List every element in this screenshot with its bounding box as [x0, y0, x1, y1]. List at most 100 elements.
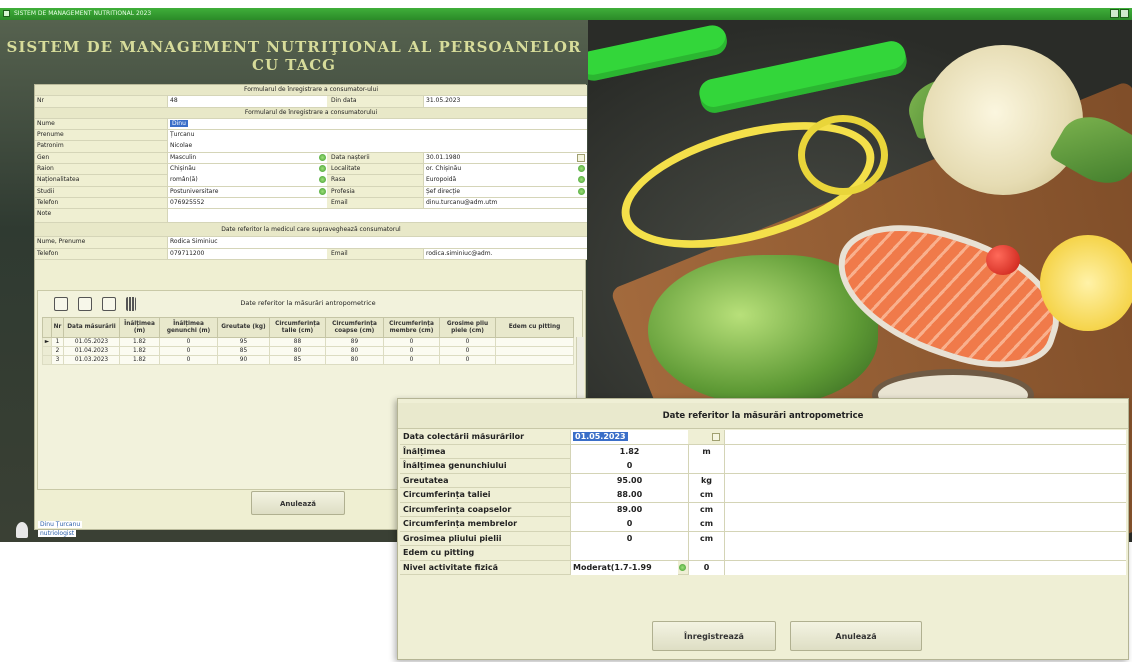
save-button[interactable]: Înregistrează [652, 621, 776, 651]
table-row[interactable]: ► 1 01.05.2023 1.82 0 95 88 89 0 0 [42, 337, 574, 347]
column-header[interactable]: Înălțimea genunchi (m) [159, 317, 218, 338]
column-header[interactable]: Data măsurării [63, 317, 120, 338]
dumbbell-image [588, 22, 730, 84]
cauliflower-image [923, 45, 1083, 195]
unit-label: cm [688, 517, 724, 531]
empty-cell [724, 444, 1126, 459]
greutatea-field[interactable]: 95.00 [570, 473, 688, 488]
table-cell: 01.03.2023 [63, 355, 120, 365]
nume-label: Nume [37, 119, 55, 127]
empty-cell [724, 459, 1126, 473]
circumferinta-taliei-field[interactable]: 88.00 [570, 488, 688, 502]
raion-select[interactable]: Chișinău [167, 164, 327, 175]
table-row[interactable]: 3 01.03.2023 1.82 0 90 85 80 0 0 [42, 355, 574, 365]
add-icon[interactable] [54, 297, 68, 311]
minimize-icon[interactable] [1110, 9, 1119, 18]
inaltimea-genunchiului-field[interactable]: 0 [570, 459, 688, 473]
form-row-nationalitate: Naționalitatea român(ă) Rasa Europoidă [35, 175, 587, 187]
din-data-field[interactable]: 31.05.2023 [423, 96, 587, 107]
patronim-field[interactable]: Nicolae [167, 141, 587, 152]
field-label: Edem cu pitting [403, 548, 475, 557]
data-nasterii-label: Data nașterii [331, 153, 370, 161]
table-cell: 0 [439, 346, 496, 356]
row-selector[interactable] [42, 355, 52, 365]
column-header[interactable]: Circumferința membre (cm) [383, 317, 440, 338]
gen-select[interactable]: Masculin [167, 152, 327, 164]
table-cell: 01.04.2023 [63, 346, 120, 356]
medic-nume-field[interactable]: Rodica Siminiuc [167, 237, 587, 248]
dropdown-icon[interactable] [319, 187, 326, 195]
medic-telefon-field[interactable]: 079711200 [167, 248, 327, 260]
table-cell: 88 [269, 337, 326, 347]
calendar-icon[interactable] [577, 153, 585, 162]
empty-cell [724, 488, 1126, 502]
gen-label: Gen [37, 153, 50, 161]
column-header[interactable]: Circumferința talie (cm) [269, 317, 326, 338]
table-cell [495, 337, 574, 347]
dropdown-icon[interactable] [679, 563, 686, 571]
date-field[interactable]: 01.05.2023 [570, 430, 688, 444]
table-cell: 80 [325, 346, 384, 356]
medic-header: Date referitor la medicul care supravegh… [35, 223, 587, 238]
column-header[interactable]: Edem cu pitting [495, 317, 574, 338]
table-cell: 0 [383, 346, 440, 356]
form-row-telefon: Telefon 076925552 Email dinu.turcanu@adm… [35, 197, 587, 210]
field-label: Data colectării măsurărilor [403, 432, 525, 441]
nume-field[interactable]: Dinu [167, 118, 587, 130]
dropdown-icon[interactable] [319, 153, 326, 161]
prenume-field[interactable]: Țurcanu [167, 130, 587, 141]
nivel-activitate-select[interactable]: Moderat(1.7-1.99 [570, 560, 678, 575]
nationalitate-select[interactable]: român(ă) [167, 175, 327, 186]
email-field[interactable]: dinu.turcanu@adm.utm [423, 197, 587, 209]
title-bar: SISTEM DE MANAGEMENT NUTRITIONAL 2023 [0, 8, 1132, 20]
calendar-icon[interactable] [712, 433, 720, 441]
profesia-select[interactable]: Șef direcție [423, 186, 587, 198]
rasa-select[interactable]: Europoidă [423, 175, 587, 186]
cancel-button[interactable]: Anulează [790, 621, 922, 651]
email-label: Email [331, 198, 348, 206]
edem-cu-pitting-field[interactable] [570, 546, 688, 560]
table-row[interactable]: 2 01.04.2023 1.82 0 85 80 80 0 0 [42, 346, 574, 356]
cancel-button[interactable]: Anulează [251, 491, 345, 515]
studii-select[interactable]: Postuniversitare [167, 186, 327, 198]
prenume-label: Prenume [37, 131, 64, 139]
column-header[interactable]: Greutate (kg) [217, 317, 270, 338]
grosimea-pliului-field[interactable]: 0 [570, 531, 688, 546]
column-header[interactable]: Înălțimea (m) [119, 317, 160, 338]
edit-icon[interactable] [78, 297, 92, 311]
table-cell: 1.82 [119, 346, 160, 356]
dropdown-icon[interactable] [578, 187, 585, 195]
note-field[interactable] [167, 209, 587, 223]
medic-email-field[interactable]: rodica.siminiuc@adm. [423, 248, 587, 260]
column-header[interactable]: Circumferința coapse (cm) [325, 317, 384, 338]
empty-cell [724, 473, 1126, 488]
nationalitate-label: Naționalitatea [37, 176, 80, 184]
close-icon[interactable] [1120, 9, 1129, 18]
circumferinta-coapselor-field[interactable]: 89.00 [570, 502, 688, 517]
localitate-select[interactable]: or. Chișinău [423, 164, 587, 175]
table-cell [495, 346, 574, 356]
table-cell: 0 [383, 337, 440, 347]
empty-cell [724, 560, 1126, 575]
dialog-title: Date referitor la măsurări antropometric… [398, 403, 1128, 429]
empty-cell [724, 531, 1126, 546]
column-header[interactable]: Nr [51, 317, 64, 338]
row-selector[interactable] [42, 346, 52, 356]
current-row-indicator-icon[interactable]: ► [42, 337, 52, 347]
empty-cell [724, 517, 1126, 531]
data-nasterii-field[interactable]: 30.01.1980 [423, 152, 587, 164]
inaltimea-field[interactable]: 1.82 [570, 444, 688, 459]
column-header[interactable]: Grosime pliu piele (cm) [439, 317, 496, 338]
table-header-row: Nr Data măsurării Înălțimea (m) Înălțime… [42, 317, 574, 338]
medic-header-text: Date referitor la medicul care supravegh… [221, 226, 401, 234]
user-avatar-icon [16, 522, 28, 538]
nr-field[interactable]: 48 [167, 96, 327, 107]
telefon-field[interactable]: 076925552 [167, 197, 327, 209]
circumferinta-membrelor-field[interactable]: 0 [570, 517, 688, 531]
dialog-row: Înălțimea 1.82 m [400, 444, 1126, 459]
unit-label [688, 459, 724, 473]
edit-note-icon[interactable] [102, 297, 116, 311]
row-selector-header [42, 317, 52, 338]
form-row-patronim: Patronim Nicolae [35, 141, 587, 153]
chart-icon[interactable] [126, 297, 136, 311]
